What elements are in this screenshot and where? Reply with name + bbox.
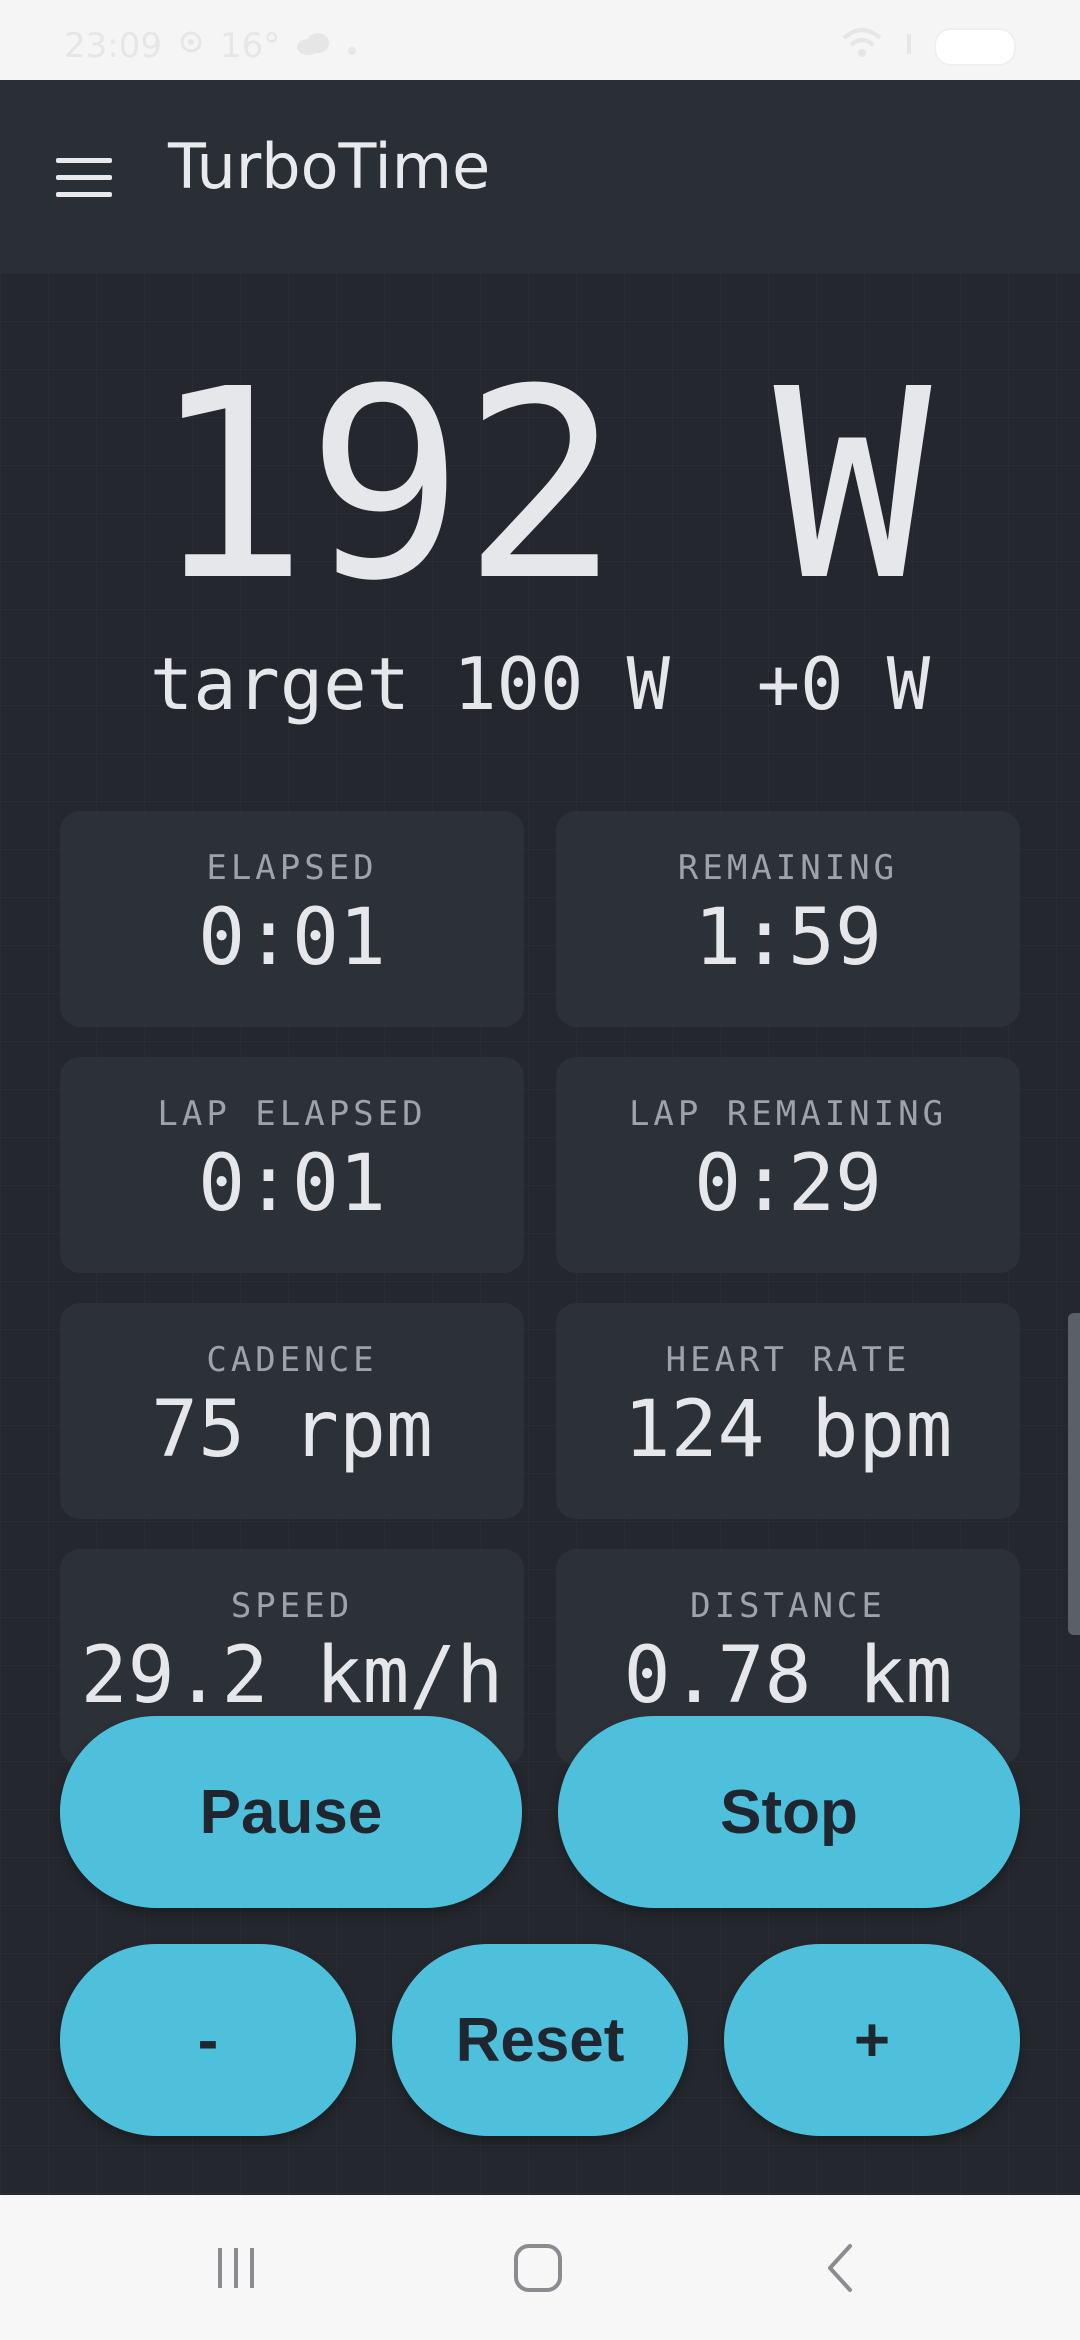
recent-apps-icon[interactable]	[196, 2235, 276, 2301]
stat-card-elapsed: ELAPSED 0:01	[60, 811, 524, 1027]
app-bar: TurboTime	[0, 80, 1080, 273]
stat-value: 1:59	[694, 893, 882, 983]
status-bar-right	[840, 26, 1016, 67]
stat-value: 0:01	[198, 893, 386, 983]
target-power: target 100 W +0 W	[149, 642, 931, 726]
stat-value: 75 rpm	[151, 1385, 433, 1475]
signal-icon	[176, 26, 206, 66]
stat-value: 0:01	[198, 1139, 386, 1229]
back-icon[interactable]	[800, 2235, 880, 2301]
app-title: TurboTime	[168, 130, 491, 203]
wifi-icon	[840, 26, 884, 67]
stat-label: DISTANCE	[690, 1586, 886, 1626]
increase-power-button[interactable]: +	[724, 1944, 1020, 2136]
hamburger-menu-icon[interactable]	[56, 158, 112, 198]
stat-card-heart-rate: HEART RATE 124 bpm	[556, 1303, 1020, 1519]
scrollbar[interactable]	[1068, 1313, 1080, 1635]
stat-card-lap-elapsed: LAP ELAPSED 0:01	[60, 1057, 524, 1273]
pause-button[interactable]: Pause	[60, 1716, 522, 1908]
stat-value: 0.78 km	[623, 1631, 953, 1721]
mobile-signal-icon	[904, 27, 914, 67]
stat-label: REMAINING	[677, 848, 899, 888]
stat-label: LAP REMAINING	[628, 1094, 948, 1134]
stat-value: 29.2 km/h	[80, 1631, 504, 1721]
dot-icon	[346, 26, 358, 66]
status-bar: 23:09 16°	[0, 0, 1080, 80]
battery-icon	[934, 27, 1016, 66]
status-temperature: 16°	[219, 26, 281, 66]
stat-card-remaining: REMAINING 1:59	[556, 811, 1020, 1027]
navigation-bar	[0, 2195, 1080, 2340]
stat-value: 0:29	[694, 1139, 882, 1229]
stat-label: HEART RATE	[665, 1340, 911, 1380]
reset-button[interactable]: Reset	[392, 1944, 688, 2136]
stop-button[interactable]: Stop	[558, 1716, 1020, 1908]
workout-screen: 192 W target 100 W +0 W ELAPSED 0:01 REM…	[0, 273, 1080, 2195]
home-icon[interactable]	[498, 2235, 578, 2301]
cloud-icon	[294, 26, 332, 66]
stat-card-cadence: CADENCE 75 rpm	[60, 1303, 524, 1519]
current-power: 192 W	[150, 333, 932, 638]
status-time: 23:09	[64, 26, 162, 66]
stat-label: LAP ELAPSED	[157, 1094, 427, 1134]
stat-label: ELAPSED	[206, 848, 378, 888]
decrease-power-button[interactable]: -	[60, 1944, 356, 2136]
stat-value: 124 bpm	[623, 1385, 953, 1475]
stat-label: CADENCE	[206, 1340, 378, 1380]
status-bar-left: 23:09 16°	[64, 26, 358, 66]
stat-card-lap-remaining: LAP REMAINING 0:29	[556, 1057, 1020, 1273]
stat-label: SPEED	[230, 1586, 354, 1626]
